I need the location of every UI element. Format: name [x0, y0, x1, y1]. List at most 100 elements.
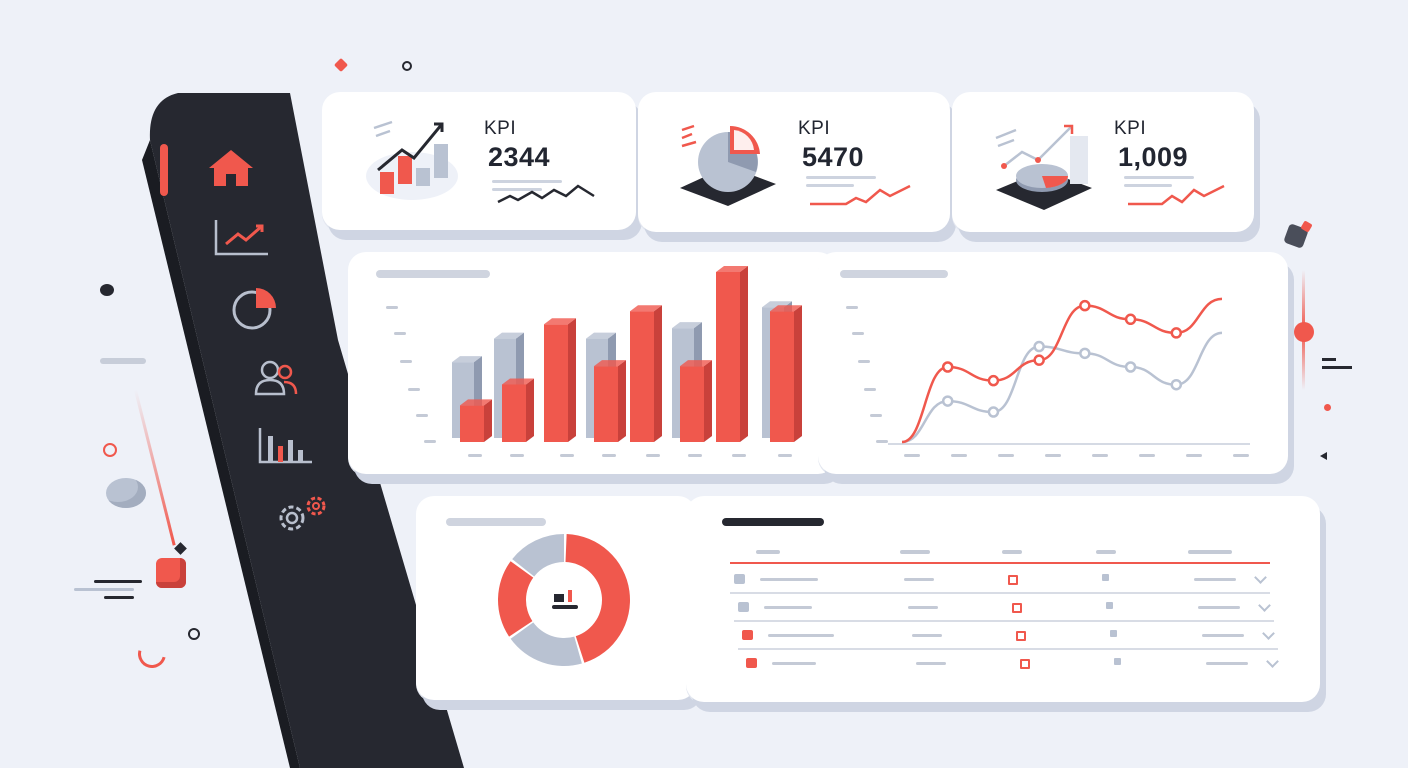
decor-ring-red: [103, 443, 117, 457]
table-row[interactable]: [734, 594, 1278, 618]
row-cell: [764, 606, 812, 609]
bar-accent: [502, 378, 534, 442]
table-header-cell: [1002, 550, 1022, 554]
sparkline: [810, 184, 911, 206]
row-cell: [1114, 658, 1121, 665]
decor-triangle: [1320, 452, 1327, 460]
line-point: [1170, 327, 1183, 339]
line-chart-card[interactable]: [818, 252, 1288, 474]
decor-cube-dark: [174, 542, 187, 555]
x-tick: [951, 454, 967, 457]
kpi-underline: [806, 176, 876, 179]
table-title-placeholder: [722, 518, 824, 526]
x-tick: [732, 454, 746, 457]
row-cell: [1206, 662, 1248, 665]
users-icon: [254, 360, 298, 396]
row-marker: [738, 602, 749, 612]
bar-accent: [680, 360, 712, 442]
line-point: [987, 406, 1000, 418]
decor-arc-red: [132, 634, 172, 674]
line-point: [1079, 299, 1091, 312]
row-cell: [1198, 606, 1240, 609]
decor-dash: [100, 358, 146, 364]
row-cell: [760, 578, 818, 581]
table-header-cell: [1188, 550, 1232, 554]
bar-accent: [544, 318, 576, 442]
row-cell: [768, 634, 834, 637]
sidebar-item-home[interactable]: [206, 146, 256, 190]
decor-speed-lines: [74, 580, 142, 599]
bar-chart: [452, 266, 802, 457]
donut-chart-card[interactable]: [416, 496, 696, 700]
kpi-value: 2344: [488, 142, 551, 172]
x-tick: [1045, 454, 1061, 457]
row-cell: [1194, 578, 1236, 581]
row-cell: [912, 634, 942, 637]
row-cell: [1202, 634, 1244, 637]
kpi-label: KPI: [798, 118, 831, 139]
donut-slice: [510, 622, 582, 666]
x-tick: [560, 454, 574, 457]
kpi-card-3[interactable]: KPI 1,009: [952, 92, 1254, 232]
row-status-icon: [1016, 631, 1026, 641]
row-cell: [916, 662, 946, 665]
row-marker: [734, 574, 745, 584]
x-tick: [1092, 454, 1108, 457]
line-point: [941, 361, 954, 373]
kpi-label: KPI: [1114, 118, 1147, 139]
donut-slice: [498, 561, 534, 637]
x-tick: [1139, 454, 1155, 457]
row-cell: [1102, 574, 1109, 581]
pie-chart-icon: [680, 124, 776, 206]
sparkline: [497, 184, 595, 204]
row-cell: [904, 578, 934, 581]
growth-3d-icon: [995, 124, 1092, 210]
kpi-card-1[interactable]: KPI 2344: [322, 92, 636, 230]
bar-accent: [716, 266, 748, 442]
sidebar-item-users[interactable]: [252, 358, 302, 400]
x-tick: [468, 454, 482, 457]
sidebar-item-analytics[interactable]: [212, 216, 272, 260]
decor-cube-red: [156, 558, 186, 588]
data-table-card[interactable]: [686, 496, 1320, 702]
sidebar-item-reports[interactable]: [230, 284, 280, 332]
bar-accent: [770, 305, 802, 442]
row-cell: [1106, 602, 1113, 609]
x-tick: [778, 454, 792, 457]
bar-chart-card[interactable]: [348, 252, 836, 474]
row-status-icon: [1008, 575, 1018, 585]
donut-center-icon: [552, 590, 578, 609]
bar-growth-icon: [366, 120, 458, 200]
table-header-divider: [730, 562, 1270, 564]
row-cell: [772, 662, 816, 665]
x-tick: [1233, 454, 1249, 457]
decor-dot-red: [333, 57, 349, 73]
row-marker: [742, 630, 753, 640]
decor-glow-line: [134, 389, 176, 546]
sparkline: [1128, 184, 1225, 206]
decor-cylinder: [106, 478, 146, 508]
bar-accent: [594, 360, 626, 442]
line-point: [941, 395, 954, 407]
kpi-label: KPI: [484, 118, 517, 139]
line-point: [1079, 347, 1091, 360]
line-point: [1124, 313, 1137, 326]
table-header-cell: [756, 550, 780, 554]
x-tick: [998, 454, 1014, 457]
sidebar-item-settings[interactable]: [272, 494, 334, 536]
decor-dot-right-small: [1324, 404, 1331, 411]
sidebar-item-stats[interactable]: [256, 424, 316, 468]
decor-dot-dark: [100, 284, 114, 296]
x-tick: [904, 454, 920, 457]
table-row[interactable]: [742, 650, 1286, 674]
bar-chart-icon: [258, 428, 312, 464]
kpi-card-2[interactable]: KPI 5470: [638, 92, 950, 232]
x-tick: [646, 454, 660, 457]
decor-ring: [402, 61, 412, 71]
kpi-value: 5470: [802, 142, 865, 172]
row-cell: [908, 606, 938, 609]
home-icon: [209, 150, 253, 186]
decor-dash-right: [1322, 358, 1352, 369]
kpi-underline: [1124, 176, 1194, 179]
x-tick: [1186, 454, 1202, 457]
